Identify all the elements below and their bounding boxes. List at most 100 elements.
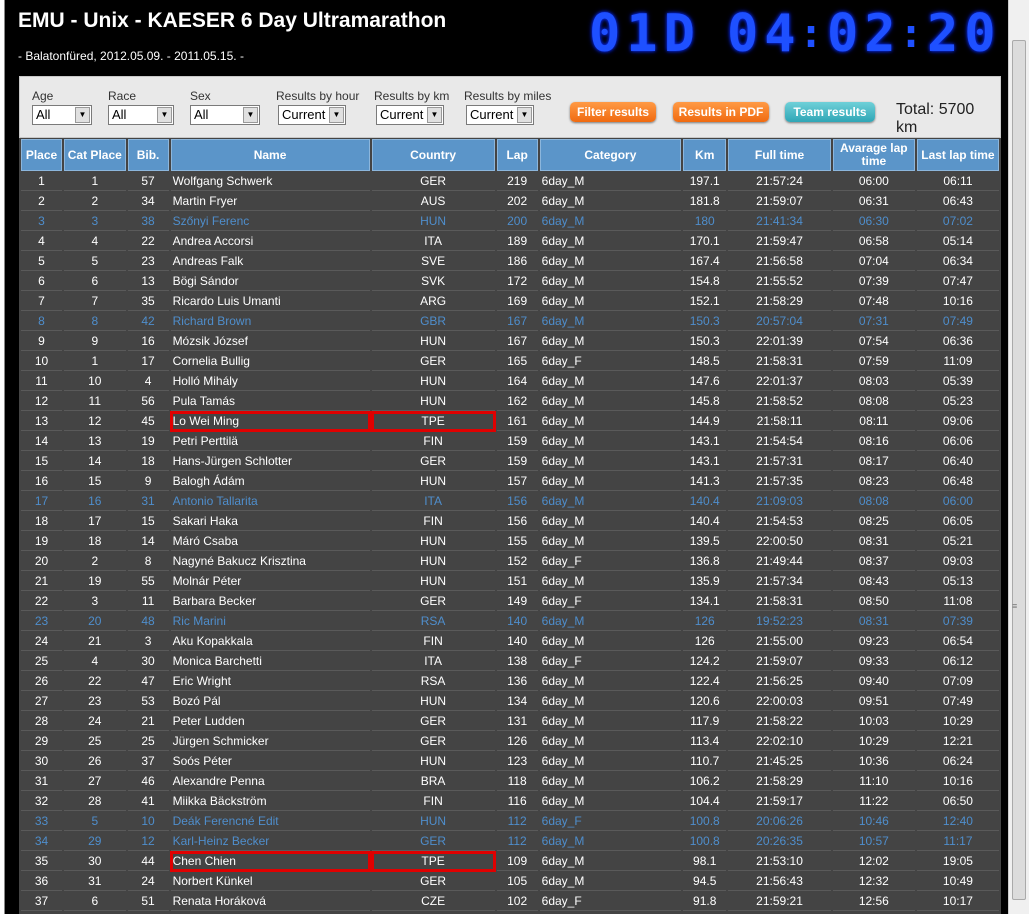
vertical-scrollbar[interactable]: ≡ — [1008, 0, 1029, 914]
race-select[interactable]: All ▼ — [108, 105, 174, 125]
full-time-cell: 20:06:26 — [728, 812, 831, 831]
bib-cell: 41 — [127, 792, 169, 811]
category-cell: 6day_M — [539, 312, 682, 331]
sex-select[interactable]: All ▼ — [190, 105, 260, 125]
country-cell: AUS — [371, 192, 495, 211]
lap-cell: 189 — [496, 232, 538, 251]
bib-cell: 57 — [127, 172, 169, 191]
scrollbar-thumb[interactable] — [1012, 40, 1026, 900]
column-header: Full time — [728, 139, 831, 171]
category-cell: 6day_M — [539, 492, 682, 511]
country-cell: GER — [371, 172, 495, 191]
avg-lap-cell: 10:03 — [832, 712, 915, 731]
cat-place-cell: 12 — [64, 412, 126, 431]
name-cell: Deák Ferencné Edit — [170, 812, 370, 831]
category-cell: 6day_M — [539, 832, 682, 851]
column-header: Km — [683, 139, 727, 171]
km-cell: 124.2 — [683, 652, 727, 671]
total-distance: Total: 5700 km — [896, 101, 975, 136]
country-cell: ITA — [371, 652, 495, 671]
hour-select[interactable]: Current ▼ — [278, 105, 346, 125]
column-header: Place — [21, 139, 63, 171]
full-time-cell: 22:01:39 — [728, 332, 831, 351]
place-cell: 37 — [21, 892, 63, 911]
lap-cell: 151 — [496, 572, 538, 591]
bib-cell: 51 — [127, 892, 169, 911]
cat-place-cell: 4 — [64, 232, 126, 251]
lap-cell: 112 — [496, 812, 538, 831]
bib-cell: 19 — [127, 432, 169, 451]
bib-cell: 34 — [127, 192, 169, 211]
name-cell: Máró Csaba — [170, 532, 370, 551]
lap-cell: 167 — [496, 312, 538, 331]
page-title: EMU - Unix - KAESER 6 Day Ultramarathon — [18, 9, 447, 32]
avg-lap-cell: 07:59 — [832, 352, 915, 371]
country-cell: HUN — [371, 372, 495, 391]
bib-cell: 17 — [127, 352, 169, 371]
last-lap-cell: 06:54 — [916, 632, 999, 651]
cat-place-cell: 6 — [64, 892, 126, 911]
full-time-cell: 21:58:31 — [728, 592, 831, 611]
avg-lap-cell: 12:02 — [832, 852, 915, 871]
table-row: 18 17 15 Sakari Haka FIN 156 6day_M 140.4 21:54:… — [21, 512, 999, 531]
category-cell: 6day_F — [539, 892, 682, 911]
hour-label: Results by hour — [276, 89, 360, 103]
results-table: Place Cat Place Bib. Name Country Lap Category… — [19, 138, 1001, 912]
full-time-cell: 21:58:29 — [728, 292, 831, 311]
chevron-down-icon: ▼ — [427, 107, 442, 123]
country-cell: CZE — [371, 892, 495, 911]
bib-cell: 55 — [127, 572, 169, 591]
lap-cell: 109 — [496, 852, 538, 871]
table-row: 27 23 53 Bozó Pál HUN 134 6day_M 120.6 22:00:03 0… — [21, 692, 999, 711]
place-cell: 20 — [21, 552, 63, 571]
place-cell: 18 — [21, 512, 63, 531]
name-cell: Antonio Tallarita — [170, 492, 370, 511]
category-cell: 6day_M — [539, 612, 682, 631]
chevron-down-icon: ▼ — [329, 107, 344, 123]
age-select[interactable]: All ▼ — [32, 105, 92, 125]
last-lap-cell: 12:40 — [916, 812, 999, 831]
category-cell: 6day_M — [539, 332, 682, 351]
name-cell: Mózsik József — [170, 332, 370, 351]
last-lap-cell: 06:40 — [916, 452, 999, 471]
last-lap-cell: 06:50 — [916, 792, 999, 811]
cat-place-cell: 24 — [64, 712, 126, 731]
km-select[interactable]: Current ▼ — [376, 105, 444, 125]
bib-cell: 18 — [127, 452, 169, 471]
full-time-cell: 19:52:23 — [728, 612, 831, 631]
cat-place-cell: 31 — [64, 872, 126, 891]
place-cell: 3 — [21, 212, 63, 231]
clock-colon: : — [899, 11, 924, 57]
last-lap-cell: 10:16 — [916, 772, 999, 791]
country-cell: GER — [371, 732, 495, 751]
lap-cell: 140 — [496, 632, 538, 651]
last-lap-cell: 05:14 — [916, 232, 999, 251]
km-cell: 140.4 — [683, 492, 727, 511]
miles-select-value: Current — [470, 107, 514, 122]
full-time-cell: 21:59:21 — [728, 892, 831, 911]
team-results-button[interactable]: Team results — [785, 102, 875, 122]
lap-cell: 116 — [496, 792, 538, 811]
table-row: 33 5 10 Deák Ferencné Edit HUN 112 6day_F 100.8… — [21, 812, 999, 831]
table-row: 9 9 16 Mózsik József HUN 167 6day_M 150.3 22:01:… — [21, 332, 999, 351]
filter-results-button[interactable]: Filter results — [570, 102, 656, 122]
avg-lap-cell: 06:30 — [832, 212, 915, 231]
full-time-cell: 21:58:11 — [728, 412, 831, 431]
miles-select[interactable]: Current ▼ — [466, 105, 534, 125]
lap-cell: 152 — [496, 552, 538, 571]
cat-place-cell: 19 — [64, 572, 126, 591]
category-cell: 6day_M — [539, 532, 682, 551]
lap-cell: 202 — [496, 192, 538, 211]
cat-place-cell: 9 — [64, 332, 126, 351]
race-select-value: All — [112, 107, 127, 122]
km-cell: 145.8 — [683, 392, 727, 411]
table-row: 11 10 4 Holló Mihály HUN 164 6day_M 147.6 22:01:… — [21, 372, 999, 391]
category-cell: 6day_M — [539, 252, 682, 271]
category-cell: 6day_M — [539, 772, 682, 791]
sex-label: Sex — [190, 89, 211, 103]
sex-select-value: All — [194, 107, 209, 122]
results-pdf-button[interactable]: Results in PDF — [673, 102, 769, 122]
table-row: 19 18 14 Máró Csaba HUN 155 6day_M 139.5 22:00:5… — [21, 532, 999, 551]
place-cell: 32 — [21, 792, 63, 811]
table-row: 34 29 12 Karl-Heinz Becker GER 112 6day_M 100.8… — [21, 832, 999, 851]
